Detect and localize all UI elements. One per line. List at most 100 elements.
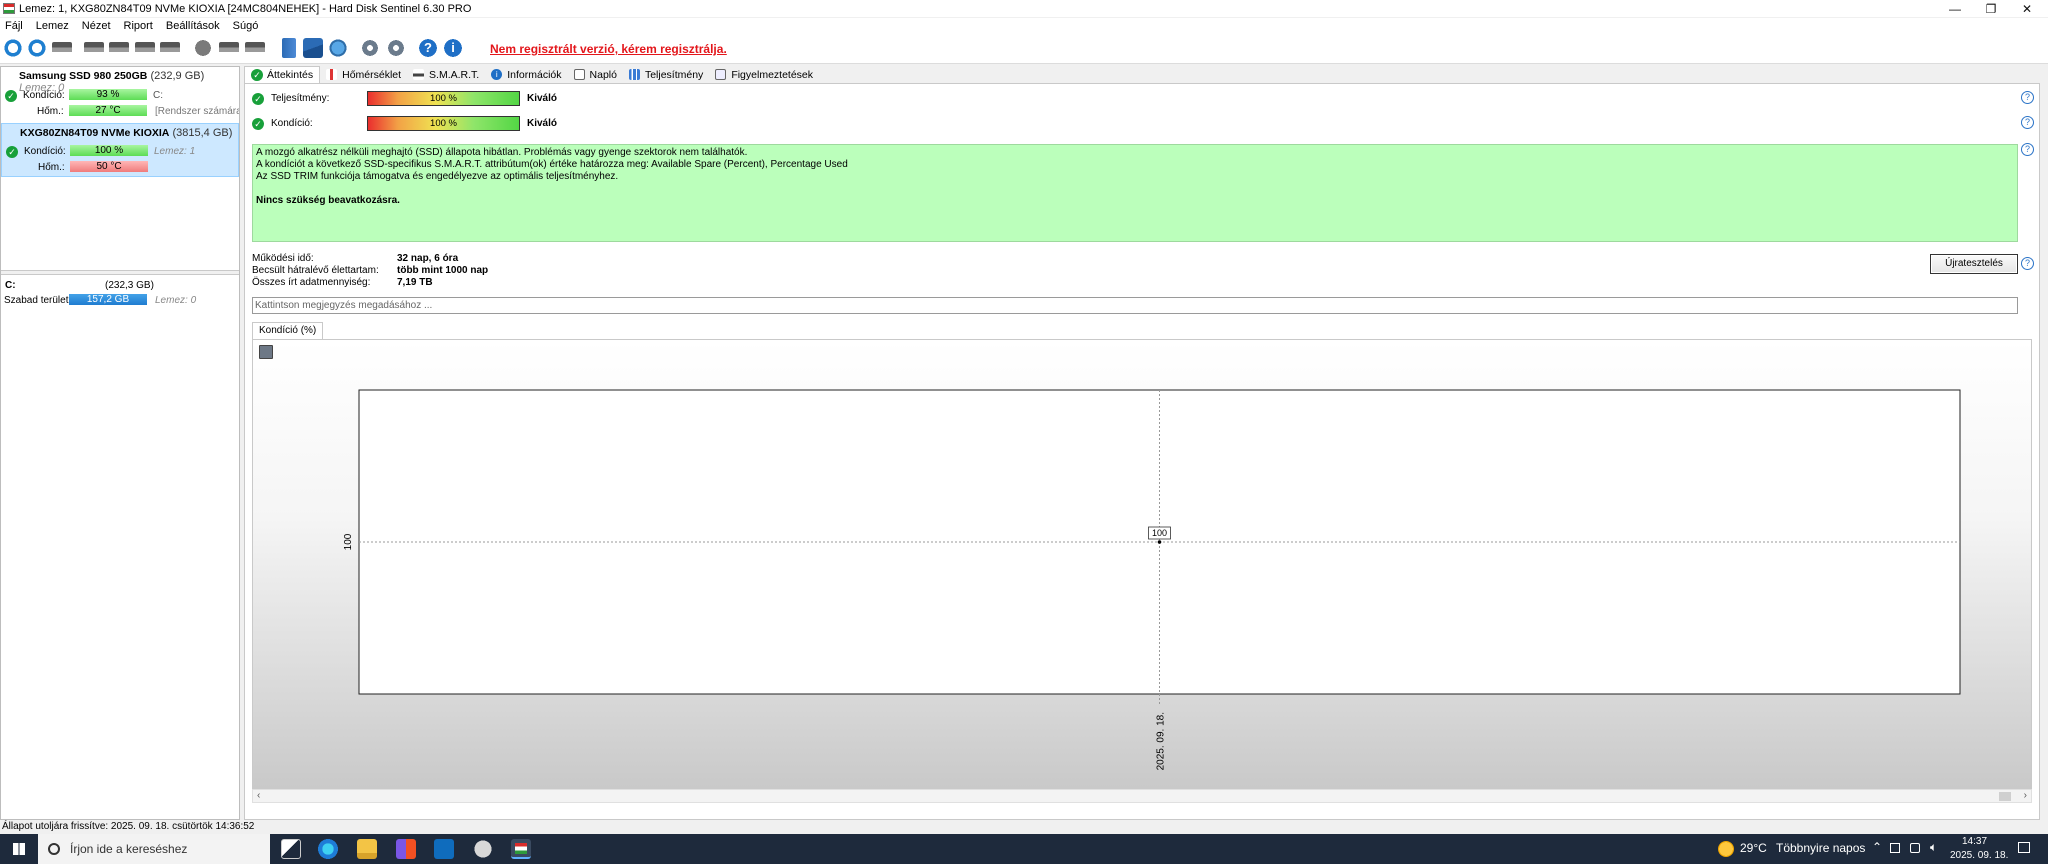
tab-log[interactable]: Napló	[568, 66, 623, 83]
pane-splitter[interactable]	[1, 270, 239, 275]
hd-sentinel-task-icon[interactable]	[511, 839, 531, 859]
refresh-icon[interactable]	[3, 38, 23, 58]
disk-list-icon[interactable]	[52, 42, 72, 56]
volume-icon[interactable]: 🔈︎	[1930, 840, 1937, 855]
scroll-thumb[interactable]	[1999, 792, 2011, 801]
menu-disk[interactable]: Lemez	[36, 20, 69, 32]
temp-label: Hőm.:	[38, 161, 65, 173]
refresh-all-icon[interactable]	[27, 38, 47, 58]
info-icon: i	[491, 69, 503, 80]
tab-information[interactable]: i Információk	[485, 66, 567, 83]
disk-name: KXG80ZN84T09 NVMe KIOXIA	[20, 127, 170, 139]
store-icon[interactable]	[396, 839, 416, 859]
retest-button[interactable]: Újratesztelés	[1930, 254, 2018, 274]
volume-item-c[interactable]: C: (232,3 GB) Szabad terület 157,2 GB Le…	[1, 276, 239, 308]
ok-check-icon: ✓	[252, 93, 264, 105]
disk-round-icon[interactable]	[193, 38, 213, 58]
ok-check-icon: ✓	[6, 146, 18, 158]
disk-surface-icon[interactable]	[160, 42, 180, 56]
temp-bar: 50 °C	[70, 161, 148, 172]
health-chart: 100 2025. 09. 18. 100	[343, 389, 1961, 770]
document-icon	[573, 69, 585, 80]
temp-bar: 27 °C	[69, 105, 147, 116]
task-view-icon[interactable]	[281, 839, 301, 859]
tab-performance[interactable]: Teljesítmény	[623, 66, 709, 83]
unregistered-link[interactable]: Nem regisztrált verzió, kérem regisztrál…	[490, 42, 727, 56]
help-icon[interactable]: ?	[2021, 257, 2034, 270]
tray-chevron-icon[interactable]: ⌃	[1872, 840, 1882, 854]
disk-item-kioxia[interactable]: KXG80ZN84T09 NVMe KIOXIA (3815,4 GB) ✓ K…	[1, 123, 239, 177]
minimize-button[interactable]: —	[1935, 0, 1975, 17]
tab-alerts[interactable]: Figyelmeztetések	[709, 66, 819, 83]
tab-label: Információk	[507, 68, 562, 81]
health-rating: Kiváló	[527, 118, 558, 129]
temp-label: Hőm.:	[37, 105, 64, 117]
app-icon[interactable]	[473, 839, 493, 859]
help-icon[interactable]: ?	[2021, 143, 2034, 156]
edge-icon[interactable]	[318, 839, 338, 859]
search-icon	[48, 843, 60, 855]
help-icon[interactable]: ?	[418, 38, 438, 58]
weather-temp[interactable]: 29°C	[1740, 841, 1767, 855]
clock-date[interactable]: 2025. 09. 18.	[1950, 850, 2008, 861]
network-icon[interactable]	[328, 38, 348, 58]
clock-time[interactable]: 14:37	[1962, 836, 1987, 847]
menu-report[interactable]: Riport	[124, 20, 153, 32]
preferences-icon[interactable]	[386, 38, 406, 58]
status-message: A mozgó alkatrész nélküli meghajtó (SSD)…	[252, 144, 2018, 242]
chart-scrollbar[interactable]: ‹ ›	[252, 789, 2032, 803]
notification-icon[interactable]	[2018, 842, 2030, 853]
help-icon[interactable]: ?	[2021, 116, 2034, 129]
x-tick-label: 2025. 09. 18.	[1156, 712, 1167, 770]
file-explorer-icon[interactable]	[357, 839, 377, 859]
uptime-label: Működési idő:	[252, 253, 314, 264]
menu-file[interactable]: Fájl	[5, 20, 23, 32]
report-icon[interactable]	[282, 38, 296, 58]
disk-export-icon[interactable]	[245, 42, 265, 56]
disk-item-samsung[interactable]: Samsung SSD 980 250GB (232,9 GB) Lemez: …	[1, 67, 239, 121]
menu-view[interactable]: Nézet	[82, 20, 111, 32]
ok-check-icon: ✓	[252, 118, 264, 130]
restore-button[interactable]: ❐	[1971, 0, 2011, 17]
disk-info-icon[interactable]	[84, 42, 104, 56]
title-bar: Lemez: 1, KXG80ZN84T09 NVMe KIOXIA [24MC…	[0, 0, 2048, 17]
app-flag-icon	[515, 843, 527, 854]
tab-overview[interactable]: ✓ Áttekintés	[244, 66, 321, 83]
lifetime-label: Becsült hátralévő élettartam:	[252, 265, 379, 276]
tab-temperature[interactable]: Hőmérséklet	[320, 66, 407, 83]
tab-label: Hőmérséklet	[342, 68, 402, 81]
windows-start-icon[interactable]	[13, 843, 25, 855]
disk-name: Samsung SSD 980 250GB	[19, 70, 148, 82]
menu-help[interactable]: Súgó	[233, 20, 259, 32]
menu-settings[interactable]: Beállítások	[166, 20, 220, 32]
disk-tools-icon[interactable]	[219, 42, 239, 56]
tray-device-icon[interactable]	[1890, 843, 1900, 853]
performance-bar: 100 %	[367, 91, 520, 106]
health-bar: 93 %	[69, 89, 147, 100]
disk-index: Lemez: 1	[154, 145, 196, 157]
tab-smart[interactable]: S.M.A.R.T.	[407, 66, 485, 83]
disk-check-icon[interactable]	[135, 42, 155, 56]
tab-label: Figyelmeztetések	[731, 68, 814, 81]
taskbar-search[interactable]: Írjon ide a kereséshez	[38, 834, 270, 864]
settings-icon[interactable]	[360, 38, 380, 58]
message-line: A kondíciót a következő SSD-specifikus S…	[256, 159, 848, 170]
disk-title: KXG80ZN84T09 NVMe KIOXIA (3815,4 GB)	[20, 127, 232, 139]
disk-index: Lemez: 0	[155, 294, 197, 306]
help-icon[interactable]: ?	[2021, 91, 2034, 104]
thermometer-icon	[326, 69, 338, 80]
weather-text[interactable]: Többnyire napos	[1776, 841, 1865, 855]
disk-test-icon[interactable]	[109, 42, 129, 56]
scroll-left-icon[interactable]: ‹	[257, 790, 260, 801]
scroll-right-icon[interactable]: ›	[2024, 790, 2027, 801]
network-icon[interactable]	[1910, 843, 1920, 853]
performance-label: Teljesítmény:	[271, 93, 330, 104]
close-button[interactable]: ✕	[2007, 0, 2047, 17]
mail-icon[interactable]	[303, 38, 323, 58]
outlook-icon[interactable]	[434, 839, 454, 859]
note-input[interactable]: Kattintson megjegyzés megadásához ...	[252, 297, 2018, 314]
chart-tab-health[interactable]: Kondíció (%)	[252, 322, 324, 339]
info-icon[interactable]: i	[443, 38, 463, 58]
window-title: Lemez: 1, KXG80ZN84T09 NVMe KIOXIA [24MC…	[19, 2, 472, 15]
